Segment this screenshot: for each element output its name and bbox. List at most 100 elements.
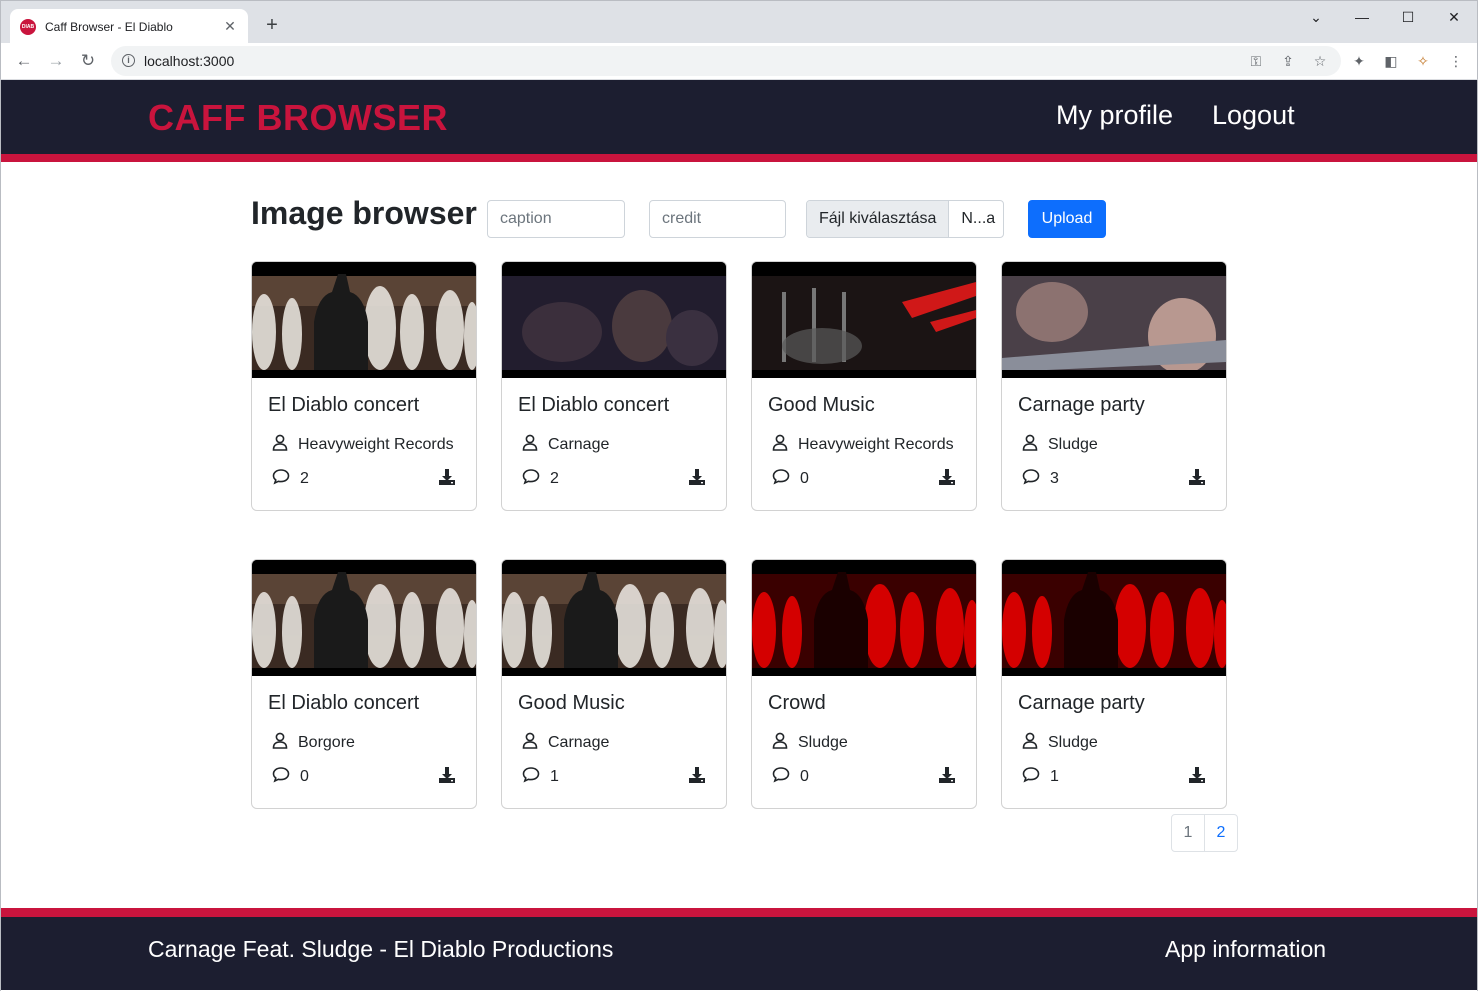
card-comments[interactable]: 0 [772, 468, 809, 490]
credit-input[interactable] [649, 200, 786, 238]
comment-icon [1022, 468, 1040, 490]
site-info-icon[interactable]: i [122, 54, 135, 67]
download-icon[interactable] [438, 468, 456, 486]
download-icon[interactable] [938, 766, 956, 784]
side-panel-icon[interactable]: ◧ [1382, 52, 1400, 70]
browser-tab[interactable]: DIAB Caff Browser - El Diablo ✕ [10, 9, 248, 44]
card-credit: Heavyweight Records [772, 434, 954, 456]
extensions-icon[interactable]: ✦ [1350, 52, 1368, 70]
address-bar[interactable]: i localhost:3000 ⚿ ⇪ ☆ [111, 46, 1341, 76]
credit-text: Sludge [798, 734, 848, 751]
tab-title: Caff Browser - El Diablo [45, 19, 173, 34]
credit-text: Borgore [298, 734, 355, 751]
card-image[interactable] [252, 262, 476, 378]
user-icon [522, 434, 538, 456]
credit-text: Heavyweight Records [298, 436, 454, 453]
image-card[interactable]: Carnage party Sludge 1 [1001, 559, 1227, 809]
card-image[interactable] [502, 560, 726, 676]
card-image[interactable] [1002, 262, 1226, 378]
image-card[interactable]: Good Music Heavyweight Records 0 [751, 261, 977, 511]
credit-text: Heavyweight Records [798, 436, 954, 453]
minimize-icon[interactable]: — [1347, 7, 1377, 27]
comment-count: 0 [300, 768, 309, 785]
image-card[interactable]: El Diablo concert Borgore 0 [251, 559, 477, 809]
tab-search-icon[interactable]: ⌄ [1301, 7, 1331, 27]
card-comments[interactable]: 2 [272, 468, 309, 490]
card-comments[interactable]: 1 [1022, 766, 1059, 788]
nav-logout[interactable]: Logout [1212, 100, 1295, 131]
card-image[interactable] [502, 262, 726, 378]
close-tab-icon[interactable]: ✕ [222, 18, 238, 35]
card-title: El Diablo concert [518, 394, 670, 416]
card-comments[interactable]: 0 [772, 766, 809, 788]
app-information-link[interactable]: App information [1165, 936, 1326, 963]
credit-text: Carnage [548, 436, 610, 453]
card-credit: Borgore [272, 732, 355, 754]
user-icon [1022, 434, 1038, 456]
nav-my-profile[interactable]: My profile [1056, 100, 1173, 131]
download-icon[interactable] [1188, 468, 1206, 486]
download-icon[interactable] [938, 468, 956, 486]
page-link-1[interactable]: 1 [1171, 814, 1205, 852]
card-credit: Carnage [522, 732, 609, 754]
comment-icon [522, 766, 540, 788]
comment-icon [272, 766, 290, 788]
menu-icon[interactable]: ⋮ [1447, 52, 1465, 70]
page-link-2[interactable]: 2 [1204, 814, 1238, 852]
choose-file-button[interactable]: Fájl kiválasztása [807, 201, 950, 237]
image-card[interactable]: Carnage party Sludge 3 [1001, 261, 1227, 511]
image-card[interactable]: El Diablo concert Heavyweight Records 2 [251, 261, 477, 511]
download-icon[interactable] [688, 766, 706, 784]
share-icon[interactable]: ⇪ [1279, 52, 1297, 70]
card-credit: Sludge [772, 732, 848, 754]
page-title: Image browser [251, 195, 477, 231]
image-card[interactable]: Crowd Sludge 0 [751, 559, 977, 809]
comment-icon [522, 468, 540, 490]
forward-icon[interactable]: → [45, 50, 67, 72]
upload-button[interactable]: Upload [1028, 200, 1106, 238]
card-image[interactable] [752, 262, 976, 378]
card-image[interactable] [252, 560, 476, 676]
comment-count: 0 [800, 768, 809, 785]
comment-icon [772, 766, 790, 788]
reload-icon[interactable]: ↻ [77, 50, 99, 72]
comment-count: 1 [550, 768, 559, 785]
image-card[interactable]: El Diablo concert Carnage 2 [501, 261, 727, 511]
star-icon[interactable]: ☆ [1311, 52, 1329, 70]
browser-tabstrip: DIAB Caff Browser - El Diablo ✕ + ⌄ — ☐ … [0, 0, 1478, 44]
card-comments[interactable]: 1 [522, 766, 559, 788]
card-credit: Heavyweight Records [272, 434, 454, 456]
user-icon [272, 434, 288, 456]
card-title: El Diablo concert [268, 692, 420, 714]
download-icon[interactable] [688, 468, 706, 486]
card-title: Good Music [768, 394, 875, 416]
card-title: Crowd [768, 692, 826, 714]
card-title: Carnage party [1018, 394, 1145, 416]
card-image[interactable] [752, 560, 976, 676]
close-window-icon[interactable]: ✕ [1439, 7, 1469, 27]
comment-count: 3 [1050, 470, 1059, 487]
brand-title[interactable]: CAFF BROWSER [148, 97, 448, 139]
card-comments[interactable]: 3 [1022, 468, 1059, 490]
new-tab-icon[interactable]: + [262, 15, 282, 35]
card-credit: Sludge [1022, 434, 1098, 456]
caption-input[interactable] [487, 200, 625, 238]
favicon-icon: DIAB [20, 18, 36, 35]
file-input[interactable]: Fájl kiválasztása N...a [806, 200, 1004, 238]
image-card[interactable]: Good Music Carnage 1 [501, 559, 727, 809]
user-icon [772, 434, 788, 456]
card-image[interactable] [1002, 560, 1226, 676]
footer-credits: Carnage Feat. Sludge - El Diablo Product… [148, 936, 614, 962]
pagination: 1 2 [1171, 814, 1238, 852]
user-icon [522, 732, 538, 754]
card-comments[interactable]: 0 [272, 766, 309, 788]
maximize-icon[interactable]: ☐ [1393, 7, 1423, 27]
comment-icon [1022, 766, 1040, 788]
back-icon[interactable]: ← [13, 50, 35, 72]
card-comments[interactable]: 2 [522, 468, 559, 490]
credit-text: Sludge [1048, 734, 1098, 751]
download-icon[interactable] [438, 766, 456, 784]
key-icon[interactable]: ⚿ [1247, 52, 1265, 70]
profile-avatar-icon[interactable]: ✧ [1414, 52, 1432, 70]
download-icon[interactable] [1188, 766, 1206, 784]
